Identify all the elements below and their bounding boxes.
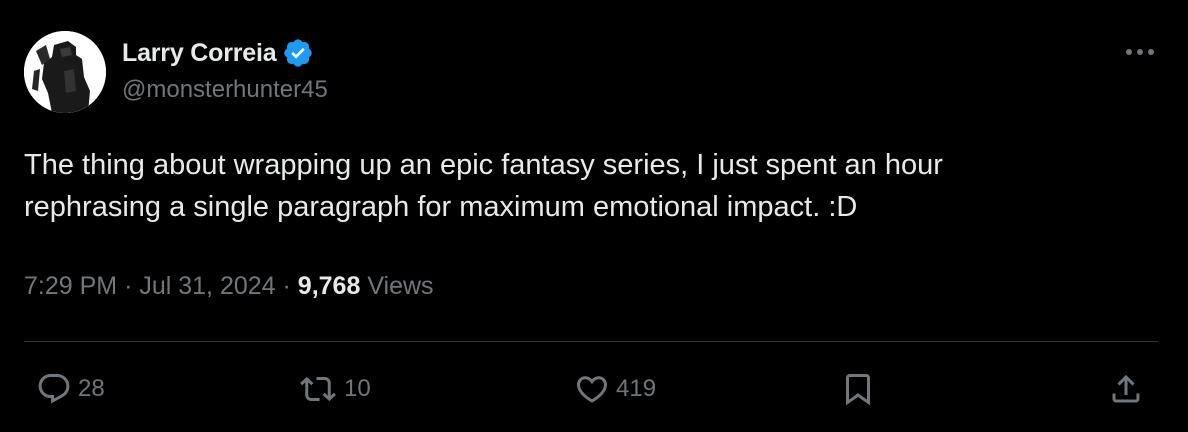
meta-separator-2: · [282,272,291,300]
repost-count: 10 [344,375,371,402]
author-block: Larry Correia @monsterhunter45 [122,36,328,104]
author-handle[interactable]: @monsterhunter45 [122,76,328,104]
avatar[interactable] [24,31,106,113]
share-button[interactable] [1108,364,1144,414]
more-options-button[interactable] [1120,38,1160,66]
share-upload-icon [1112,374,1140,403]
like-count: 419 [616,375,657,402]
action-bar: 28 10 419 [0,364,1188,414]
tweet-date[interactable]: Jul 31, 2024 [139,272,275,300]
views-label: Views [367,272,434,300]
views-count: 9,768 [297,272,361,300]
repost-arrows-icon [300,376,336,402]
bookmark-button[interactable] [840,364,876,414]
avatar-image [24,31,106,113]
heart-icon [576,376,608,403]
tweet-time[interactable]: 7:29 PM [24,272,117,300]
reply-count: 28 [78,375,105,402]
repost-button[interactable]: 10 [298,364,371,414]
reply-button[interactable]: 28 [36,364,105,414]
tweet-meta: 7:29 PM · Jul 31, 2024 · 9,768 Views [24,272,434,301]
reply-bubble-icon [38,374,70,404]
verified-badge-icon[interactable] [282,37,314,69]
like-button[interactable]: 419 [574,364,656,414]
author-display-name[interactable]: Larry Correia [122,39,277,68]
divider [24,341,1158,342]
meta-separator: · [124,272,133,300]
name-row: Larry Correia [122,36,328,70]
bookmark-icon [846,374,870,406]
tweet-text: The thing about wrapping up an epic fant… [24,149,943,223]
tweet-card: Larry Correia @monsterhunter45 The thing… [0,0,1188,432]
more-horizontal-icon [1126,49,1154,55]
